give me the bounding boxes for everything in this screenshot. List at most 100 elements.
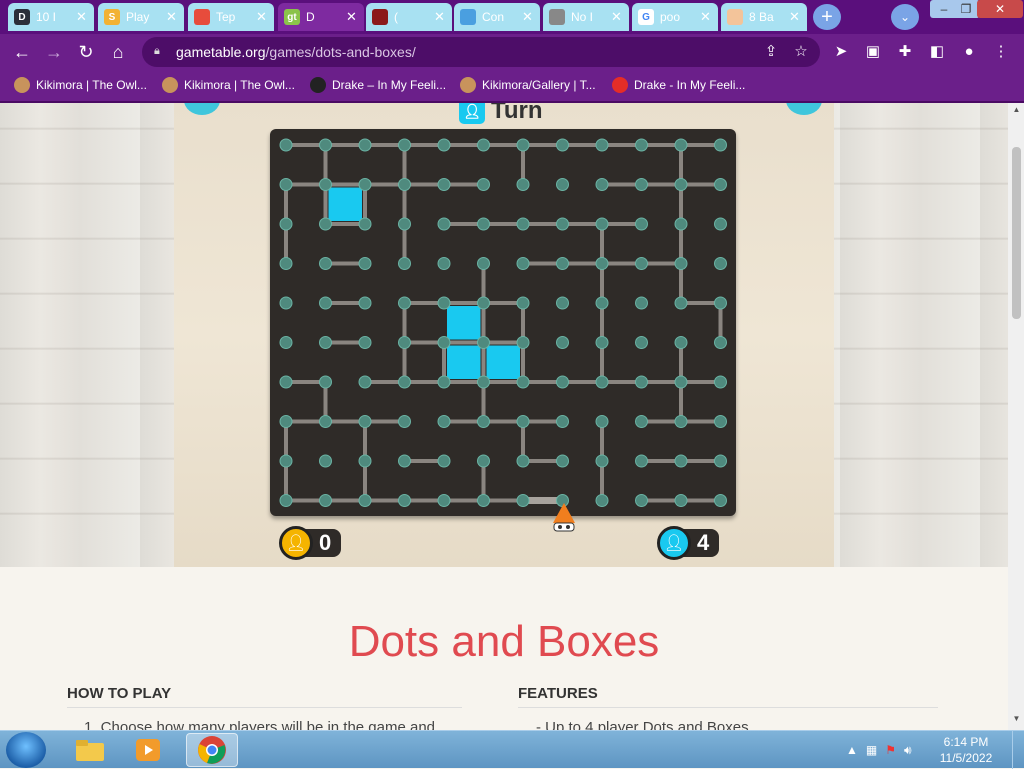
grid-dot[interactable] [556, 336, 569, 349]
grid-dot[interactable] [358, 217, 372, 231]
tab-close-icon[interactable]: ✕ [76, 9, 88, 25]
grid-dot[interactable] [635, 296, 648, 310]
grid-dot[interactable] [358, 296, 372, 310]
grid-dot[interactable] [635, 494, 648, 507]
grid-dot[interactable] [674, 178, 688, 191]
grid-dot[interactable] [477, 415, 490, 428]
grid-dot[interactable] [319, 375, 332, 389]
grid-dot[interactable] [516, 415, 530, 428]
grid-dot[interactable] [556, 296, 569, 310]
bookmark-item[interactable]: Kikimora/Gallery | T... [460, 76, 596, 94]
grid-dot[interactable] [398, 336, 411, 349]
grid-dot[interactable] [635, 454, 648, 468]
grid-dot[interactable] [516, 336, 530, 349]
grid-dot[interactable] [516, 296, 530, 310]
grid-dot[interactable] [674, 454, 688, 468]
grid-dot[interactable] [674, 375, 688, 389]
start-button[interactable] [6, 732, 46, 768]
grid-dot[interactable] [477, 138, 490, 152]
grid-dot[interactable] [635, 138, 648, 152]
grid-dot[interactable] [556, 375, 569, 389]
browser-tab[interactable]: gt D ✕ [278, 3, 364, 31]
browser-tab[interactable]: Con ✕ [454, 3, 540, 31]
grid-dot[interactable] [437, 454, 451, 468]
grid-dot[interactable] [635, 217, 648, 231]
grid-dot[interactable] [398, 257, 411, 270]
grid-dot[interactable] [437, 296, 451, 310]
grid-dot[interactable] [279, 217, 293, 231]
grid-dot[interactable] [437, 494, 451, 507]
grid-dot[interactable] [319, 257, 332, 270]
grid-dot[interactable] [674, 257, 688, 270]
grid-dot[interactable] [674, 336, 688, 349]
grid-dot[interactable] [398, 494, 411, 507]
grid-dot[interactable] [556, 178, 569, 191]
bookmark-item[interactable]: Drake – In My Feeli... [310, 76, 446, 94]
reload-icon[interactable]: ↻ [74, 40, 98, 64]
grid-dot[interactable] [279, 178, 293, 191]
grid-dot[interactable] [319, 454, 332, 468]
grid-dot[interactable] [437, 217, 451, 231]
grid-dot[interactable] [358, 257, 372, 270]
grid-dot[interactable] [279, 454, 293, 468]
grid-dot[interactable] [674, 494, 688, 507]
grid-dot[interactable] [635, 336, 648, 349]
tab-close-icon[interactable]: ✕ [522, 9, 534, 25]
grid-dot[interactable] [437, 415, 451, 428]
grid-dot[interactable] [595, 257, 609, 270]
browser-tab[interactable]: No I ✕ [543, 3, 629, 31]
restore-button[interactable]: ❐ [952, 0, 980, 18]
browser-tab[interactable]: (✕ [366, 3, 452, 31]
grid-dot[interactable] [437, 375, 451, 389]
grid-dot[interactable] [714, 375, 727, 389]
tab-close-icon[interactable]: ✕ [256, 9, 268, 25]
grid-dot[interactable] [674, 217, 688, 231]
grid-dot[interactable] [319, 178, 332, 191]
share-icon[interactable]: ⇪ [760, 40, 782, 62]
scrollbar-thumb[interactable] [1012, 147, 1021, 319]
grid-dot[interactable] [279, 494, 293, 507]
grid-dot[interactable] [398, 415, 411, 428]
bookmark-item[interactable]: Kikimora | The Owl... [162, 76, 295, 94]
grid-dot[interactable] [714, 336, 727, 349]
grid-dot[interactable] [556, 257, 569, 270]
grid-dot[interactable] [319, 138, 332, 152]
tab-close-icon[interactable]: ✕ [346, 9, 358, 25]
action-center-icon[interactable]: ⚑ [885, 743, 896, 757]
panel-corner-button-left[interactable] [184, 103, 220, 115]
tab-close-icon[interactable]: ✕ [611, 9, 623, 25]
browser-tab[interactable]: Gpoo ✕ [632, 3, 718, 31]
grid-dot[interactable] [358, 375, 372, 389]
grid-dot[interactable] [516, 375, 530, 389]
scroll-down-icon[interactable]: ▼ [1012, 714, 1021, 723]
grid-dot[interactable] [398, 454, 411, 468]
profile-avatar-icon[interactable]: ● [958, 40, 980, 62]
grid-dot[interactable] [358, 178, 372, 191]
grid-dot[interactable] [437, 138, 451, 152]
grid-dot[interactable] [595, 415, 609, 428]
grid-dot[interactable] [398, 217, 411, 231]
tray-expand-icon[interactable]: ▲ [846, 743, 858, 757]
back-icon[interactable]: ← [10, 40, 34, 64]
tab-close-icon[interactable]: ✕ [700, 9, 712, 25]
browser-tab[interactable]: S Play ✕ [98, 3, 184, 31]
grid-dot[interactable] [595, 454, 609, 468]
tab-close-icon[interactable]: ✕ [434, 9, 446, 25]
grid-dot[interactable] [635, 257, 648, 270]
grid-dot[interactable] [319, 217, 332, 231]
tab-close-icon[interactable]: ✕ [166, 9, 178, 25]
address-bar[interactable]: 🔒︎ gametable.org/games/dots-and-boxes/ [142, 37, 820, 67]
grid-dot[interactable] [714, 415, 727, 428]
tab-search-button[interactable]: ⌄ [891, 4, 919, 30]
page-scrollbar[interactable]: ▲ ▼ [1008, 103, 1024, 730]
grid-dot[interactable] [398, 178, 411, 191]
grid-dot[interactable] [477, 454, 490, 468]
grid-dot[interactable] [319, 415, 332, 428]
bookmark-item[interactable]: Drake - In My Feeli... [612, 76, 745, 94]
grid-dot[interactable] [437, 257, 451, 270]
bookmark-star-icon[interactable]: ☆ [790, 40, 812, 62]
grid-dot[interactable] [595, 178, 609, 191]
tab-close-icon[interactable]: ✕ [789, 9, 801, 25]
grid-dot[interactable] [398, 138, 411, 152]
grid-dot[interactable] [595, 494, 609, 507]
